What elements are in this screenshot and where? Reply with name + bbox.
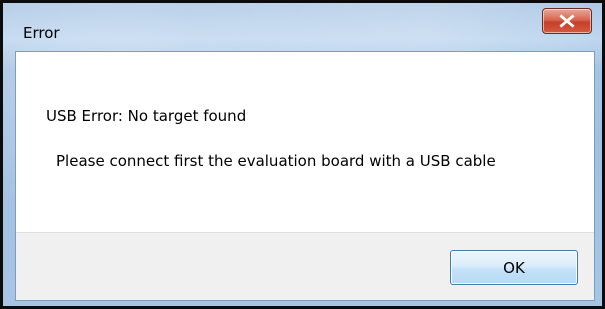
- error-message-line2: Please connect first the evaluation boar…: [56, 152, 496, 170]
- button-bar: OK: [16, 232, 594, 300]
- error-message-line1: USB Error: No target found: [46, 107, 247, 125]
- close-button[interactable]: [542, 8, 592, 34]
- ok-button[interactable]: OK: [450, 250, 578, 285]
- dialog-content: USB Error: No target found Please connec…: [15, 51, 595, 301]
- close-x-icon: [559, 14, 575, 28]
- error-dialog: Error USB Error: No target found Please …: [0, 0, 605, 309]
- window-title: Error: [23, 24, 60, 42]
